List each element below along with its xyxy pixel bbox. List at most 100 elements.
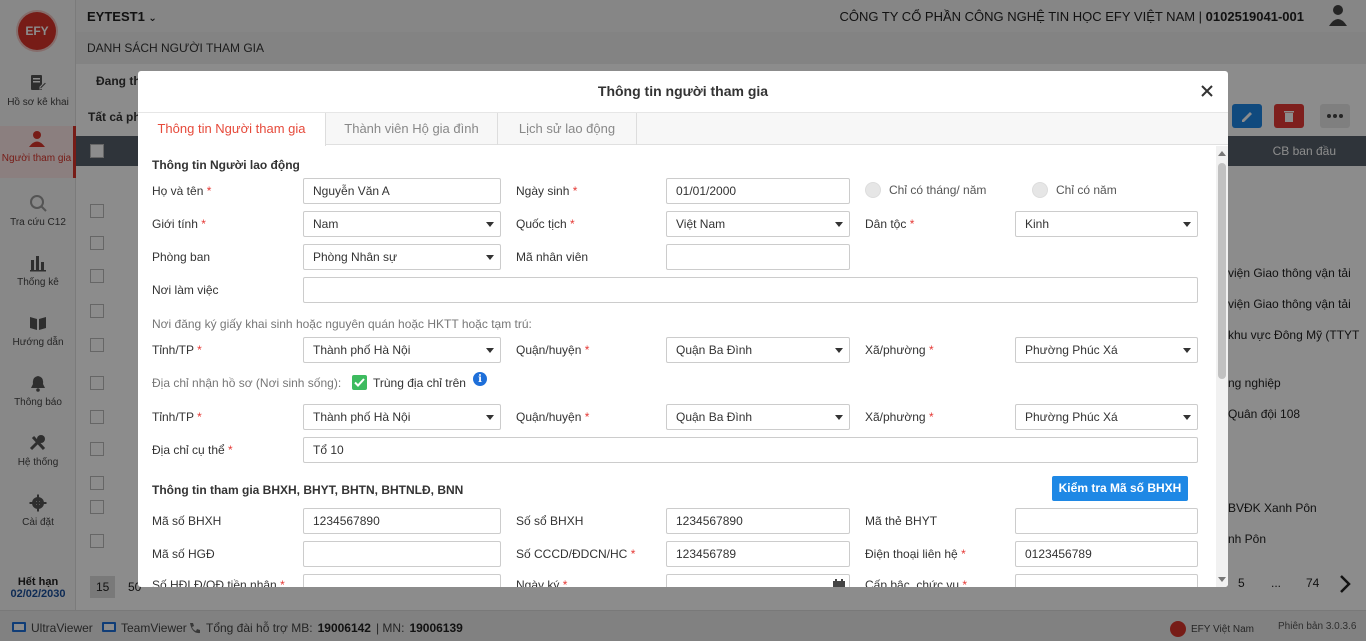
required-mark: * bbox=[928, 343, 934, 357]
radio-label: Chỉ có tháng/ năm bbox=[889, 183, 987, 197]
so-hdld-input[interactable] bbox=[303, 574, 501, 587]
scroll-down-icon[interactable] bbox=[1218, 577, 1226, 582]
quan-select-2[interactable]: Quận Ba Đình bbox=[666, 404, 850, 430]
ma-hgd-input[interactable] bbox=[303, 541, 501, 567]
quan-label: Quận/huyện * bbox=[516, 343, 589, 357]
ngay-sinh-label-text: Ngày sinh bbox=[516, 184, 570, 198]
tab-household-members[interactable]: Thành viên Hộ gia đình bbox=[326, 113, 498, 145]
so-so-bhxh-label: Số sổ BHXH bbox=[516, 514, 584, 528]
cap-bac-label: Cấp bậc, chức vụ * bbox=[865, 578, 967, 587]
quan-value: Quận Ba Đình bbox=[676, 343, 753, 357]
scrollbar-thumb[interactable] bbox=[1218, 163, 1226, 379]
modal-body: Thông tin Người lao động Họ và tên * Ngu… bbox=[138, 146, 1216, 587]
dien-thoai-label: Điện thoại liên hệ * bbox=[865, 547, 966, 561]
dan-toc-label-text: Dân tộc bbox=[865, 217, 907, 231]
calendar-icon[interactable] bbox=[833, 579, 845, 587]
ngay-sinh-input[interactable]: 01/01/2000 bbox=[666, 178, 850, 204]
ngay-sinh-label: Ngày sinh * bbox=[516, 184, 577, 198]
gioi-tinh-select[interactable]: Nam bbox=[303, 211, 501, 237]
check-bhxh-button[interactable]: Kiểm tra Mã số BHXH bbox=[1052, 476, 1188, 501]
quan-label: Quận/huyện * bbox=[516, 410, 589, 424]
gioi-tinh-label: Giới tính * bbox=[152, 217, 206, 231]
required-mark: * bbox=[280, 578, 285, 587]
required-mark: * bbox=[961, 547, 966, 561]
cap-bac-input[interactable] bbox=[1015, 574, 1198, 587]
required-mark: * bbox=[962, 578, 968, 587]
tinh-label: Tỉnh/TP * bbox=[152, 410, 202, 424]
tab-work-history[interactable]: Lịch sử lao động bbox=[498, 113, 637, 145]
required-mark: * bbox=[206, 184, 212, 198]
chevron-down-icon bbox=[835, 222, 843, 227]
radio-year-only[interactable]: Chỉ có năm bbox=[1032, 182, 1117, 198]
same-address-label: Trùng địa chỉ trên bbox=[373, 375, 466, 390]
ho-ten-input[interactable]: Nguyễn Văn A bbox=[303, 178, 501, 204]
required-mark: * bbox=[909, 217, 915, 231]
xa-select-2[interactable]: Phường Phúc Xá bbox=[1015, 404, 1198, 430]
required-mark: * bbox=[584, 343, 590, 357]
close-icon[interactable] bbox=[1200, 84, 1214, 98]
dan-toc-select[interactable]: Kinh bbox=[1015, 211, 1198, 237]
ngay-ky-input[interactable] bbox=[666, 574, 850, 587]
chevron-down-icon bbox=[1183, 348, 1191, 353]
quan-select-1[interactable]: Quận Ba Đình bbox=[666, 337, 850, 363]
chevron-down-icon bbox=[486, 348, 494, 353]
radio-circle bbox=[1032, 182, 1048, 198]
modal-tabs: Thông tin Người tham gia Thành viên Hộ g… bbox=[138, 113, 1228, 146]
dan-toc-label: Dân tộc * bbox=[865, 217, 914, 231]
ma-bhxh-input[interactable]: 1234567890 bbox=[303, 508, 501, 534]
ho-ten-label: Họ và tên * bbox=[152, 184, 211, 198]
quoc-tich-select[interactable]: Việt Nam bbox=[666, 211, 850, 237]
required-mark: * bbox=[928, 410, 934, 424]
required-mark: * bbox=[572, 184, 578, 198]
info-icon[interactable]: i bbox=[473, 372, 487, 386]
same-address-checkbox[interactable]: Trùng địa chỉ trên bbox=[352, 375, 466, 390]
chevron-down-icon bbox=[1183, 222, 1191, 227]
tinh-label-text: Tỉnh/TP bbox=[152, 410, 194, 424]
dia-chi-label-text: Địa chỉ cụ thể bbox=[152, 443, 225, 457]
ma-the-bhyt-input[interactable] bbox=[1015, 508, 1198, 534]
ma-the-bhyt-label: Mã thẻ BHYT bbox=[865, 514, 938, 528]
required-mark: * bbox=[630, 547, 636, 561]
so-hdld-label-text: Số HĐLĐ/QĐ tiền nhân bbox=[152, 578, 277, 587]
section-worker-title: Thông tin Người lao động bbox=[152, 158, 300, 172]
required-mark: * bbox=[201, 217, 206, 231]
gioi-tinh-value: Nam bbox=[313, 217, 339, 231]
ngay-ky-label-text: Ngày ký bbox=[516, 578, 560, 587]
xa-label-text: Xã/phường bbox=[865, 343, 926, 357]
ma-nv-input[interactable] bbox=[666, 244, 850, 270]
required-mark: * bbox=[570, 217, 575, 231]
so-so-bhxh-input[interactable]: 1234567890 bbox=[666, 508, 850, 534]
phong-ban-select[interactable]: Phòng Nhân sự bbox=[303, 244, 501, 270]
cccd-input[interactable]: 123456789 bbox=[666, 541, 850, 567]
tinh-select-1[interactable]: Thành phố Hà Nội bbox=[303, 337, 501, 363]
ma-hgd-label: Mã số HGĐ bbox=[152, 547, 215, 561]
required-mark: * bbox=[197, 410, 202, 424]
dan-toc-value: Kinh bbox=[1025, 217, 1050, 231]
modal-scrollbar[interactable] bbox=[1216, 146, 1228, 587]
scroll-up-icon[interactable] bbox=[1218, 151, 1226, 156]
noi-lam-viec-input[interactable] bbox=[303, 277, 1198, 303]
modal-title: Thông tin người tham gia bbox=[138, 71, 1228, 113]
chevron-down-icon bbox=[1183, 415, 1191, 420]
radio-month-year[interactable]: Chỉ có tháng/ năm bbox=[865, 182, 986, 198]
cap-bac-label-text: Cấp bậc, chức vụ bbox=[865, 578, 960, 587]
participant-modal: Thông tin người tham gia Thông tin Người… bbox=[138, 71, 1228, 587]
quan-label-text: Quận/huyện bbox=[516, 343, 582, 357]
so-hdld-label: Số HĐLĐ/QĐ tiền nhân * bbox=[152, 578, 285, 587]
ngay-ky-label: Ngày ký * bbox=[516, 578, 567, 587]
tab-participant-info[interactable]: Thông tin Người tham gia bbox=[138, 113, 326, 146]
tinh-select-2[interactable]: Thành phố Hà Nội bbox=[303, 404, 501, 430]
gioi-tinh-label-text: Giới tính bbox=[152, 217, 198, 231]
radio-circle bbox=[865, 182, 881, 198]
phong-ban-label: Phòng ban bbox=[152, 250, 211, 264]
xa-select-1[interactable]: Phường Phúc Xá bbox=[1015, 337, 1198, 363]
ma-nv-label: Mã nhân viên bbox=[516, 250, 589, 264]
dien-thoai-input[interactable]: 0123456789 bbox=[1015, 541, 1198, 567]
dia-chi-input[interactable]: Tổ 10 bbox=[303, 437, 1198, 463]
address-hint: Địa chỉ nhận hồ sơ (Nơi sinh sống): bbox=[152, 376, 342, 390]
xa-value: Phường Phúc Xá bbox=[1025, 343, 1118, 357]
tinh-label-text: Tỉnh/TP bbox=[152, 343, 194, 357]
quan-value: Quận Ba Đình bbox=[676, 410, 753, 424]
required-mark: * bbox=[584, 410, 590, 424]
tinh-value: Thành phố Hà Nội bbox=[313, 410, 411, 424]
